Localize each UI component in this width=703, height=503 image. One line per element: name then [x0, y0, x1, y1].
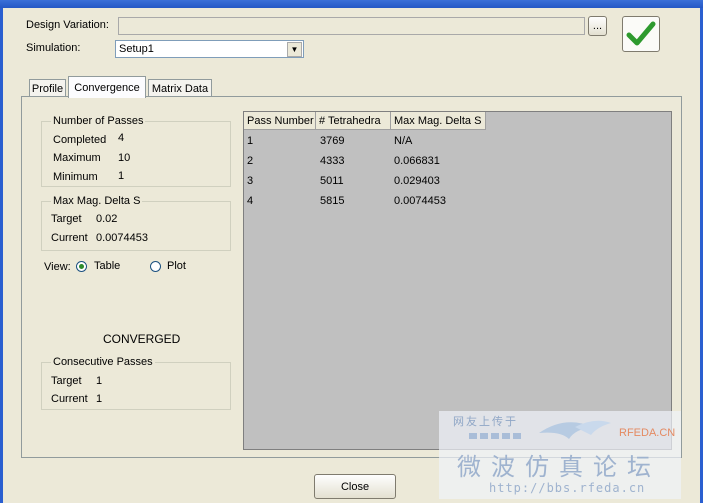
view-table-radio[interactable] [76, 261, 87, 272]
checkmark-icon [626, 21, 656, 46]
close-button[interactable]: Close [314, 474, 396, 499]
simulation-value: Setup1 [119, 43, 154, 55]
table-cell: 3 [247, 175, 254, 187]
delta-target-label: Target [51, 213, 82, 225]
maximum-label: Maximum [53, 152, 101, 164]
design-variation-field[interactable] [118, 17, 585, 35]
consecutive-target-label: Target [51, 375, 82, 387]
column-header-pass-number[interactable]: Pass Number [244, 112, 316, 130]
column-header-delta-s[interactable]: Max Mag. Delta S [391, 112, 486, 130]
table-cell: 4 [247, 195, 254, 207]
tab-matrix-data[interactable]: Matrix Data [148, 79, 212, 97]
close-button-label: Close [340, 480, 370, 493]
chevron-down-icon[interactable]: ▼ [287, 42, 302, 57]
simulation-select[interactable]: Setup1 ▼ [115, 40, 304, 58]
logo-url-text: http://bbs.rfeda.cn [489, 481, 646, 495]
table-cell: 5815 [320, 195, 345, 207]
table-cell: 4333 [320, 155, 345, 167]
table-cell: 0.029403 [394, 175, 440, 187]
view-table-label[interactable]: Table [94, 260, 120, 272]
watermark-logo: 网友上传于 RFEDA.CN 微波仿真论坛 http://bbs.rfeda.c… [439, 411, 681, 499]
minimum-value: 1 [118, 170, 125, 182]
consecutive-current-label: Current [51, 393, 88, 405]
logo-cn-text: 微波仿真论坛 [457, 453, 661, 481]
bird-icon [539, 420, 611, 439]
delta-title: Max Mag. Delta S [51, 195, 143, 207]
logo-blocks [469, 433, 521, 439]
consecutive-current-value: 1 [96, 393, 103, 405]
table-cell: N/A [394, 135, 413, 147]
window-frame-left [0, 8, 3, 503]
logo-top-text: 网友上传于 [453, 416, 518, 428]
title-bar[interactable] [0, 0, 703, 8]
convergence-status: CONVERGED [103, 332, 181, 346]
tab-convergence[interactable]: Convergence [68, 76, 146, 98]
table-cell: 3769 [320, 135, 345, 147]
apply-check-button[interactable] [622, 16, 660, 52]
delta-current-label: Current [51, 232, 88, 244]
simulation-label: Simulation: [26, 42, 81, 54]
completed-label: Completed [53, 134, 107, 146]
table-cell: 0.0074453 [394, 195, 446, 207]
consecutive-title: Consecutive Passes [51, 356, 155, 368]
view-plot-radio[interactable] [150, 261, 161, 272]
table-cell: 5011 [320, 175, 344, 187]
view-label: View: [44, 261, 71, 273]
table-cell: 1 [247, 135, 254, 147]
passes-title: Number of Passes [51, 115, 146, 127]
tab-convergence-label: Convergence [74, 81, 140, 94]
minimum-label: Minimum [53, 171, 98, 183]
column-header-tetrahedra[interactable]: # Tetrahedra [316, 112, 391, 130]
tab-profile[interactable]: Profile [29, 79, 66, 97]
tab-matrix-data-label: Matrix Data [151, 82, 209, 95]
completed-value: 4 [118, 132, 125, 144]
browse-button-label: ... [592, 20, 603, 32]
design-variation-label: Design Variation: [26, 19, 109, 31]
view-plot-label[interactable]: Plot [167, 260, 186, 272]
consecutive-target-value: 1 [96, 375, 103, 387]
browse-button[interactable]: ... [588, 16, 607, 36]
maximum-value: 10 [118, 152, 131, 164]
logo-brand: RFEDA.CN [619, 427, 676, 439]
delta-target-value: 0.02 [96, 213, 118, 225]
delta-current-value: 0.0074453 [96, 232, 148, 244]
table-cell: 0.066831 [394, 155, 440, 167]
tab-profile-label: Profile [31, 82, 64, 95]
results-table[interactable]: Pass Number # Tetrahedra Max Mag. Delta … [243, 111, 672, 450]
table-cell: 2 [247, 155, 254, 167]
